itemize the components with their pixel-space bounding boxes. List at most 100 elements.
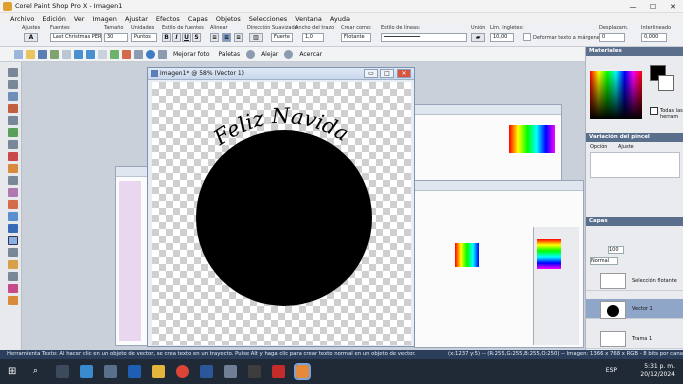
- bold-button[interactable]: B: [162, 33, 171, 42]
- shape-tool-icon[interactable]: [8, 224, 18, 233]
- strike-button[interactable]: S: [192, 33, 201, 42]
- minimize-button[interactable]: —: [623, 0, 643, 13]
- browse-icon[interactable]: [50, 49, 59, 59]
- background-app-window-2[interactable]: [414, 180, 584, 348]
- redo-icon[interactable]: [86, 49, 95, 59]
- all-tools-checkbox[interactable]: [650, 107, 658, 115]
- zoom-out-icon[interactable]: [246, 49, 256, 59]
- image-icon[interactable]: [134, 49, 143, 59]
- retouch-tool-icon[interactable]: [8, 188, 18, 197]
- refresh-icon[interactable]: [110, 49, 119, 59]
- presets-dropdown[interactable]: A: [24, 33, 38, 42]
- chrome-icon[interactable]: [176, 365, 189, 378]
- red-eye-tool-icon[interactable]: [8, 152, 18, 161]
- menu-archivo[interactable]: Archivo: [10, 15, 34, 23]
- opacity-field[interactable]: 100: [608, 246, 624, 254]
- warp-checkbox[interactable]: [523, 33, 531, 41]
- antialias-select[interactable]: Fuerte: [271, 33, 293, 42]
- line-style-select[interactable]: ━━━━━━━━━━━━: [381, 33, 467, 42]
- clone-tool-icon[interactable]: [8, 176, 18, 185]
- pan-tool-icon[interactable]: [8, 68, 18, 77]
- italic-button[interactable]: I: [172, 33, 181, 42]
- object-selector-icon[interactable]: [8, 272, 18, 281]
- menu-ajustar[interactable]: Ajustar: [125, 15, 148, 23]
- stroke-width-field[interactable]: 1,0: [302, 33, 324, 42]
- layer-row[interactable]: Trama 1: [586, 329, 683, 349]
- airbrush-tool-icon[interactable]: [8, 296, 18, 305]
- menu-capas[interactable]: Capas: [188, 15, 208, 23]
- selection-tool-icon[interactable]: [8, 92, 18, 101]
- language-indicator[interactable]: ESP: [606, 367, 617, 374]
- start-icon[interactable]: ⊞: [8, 365, 21, 378]
- units-select[interactable]: Puntos: [131, 33, 157, 42]
- search-icon[interactable]: ⌕: [33, 365, 46, 378]
- task-view-icon[interactable]: [56, 365, 69, 378]
- menu-edicion[interactable]: Edición: [42, 15, 66, 23]
- color-spectrum[interactable]: [590, 71, 642, 119]
- palettes-button[interactable]: Paletas: [219, 51, 241, 58]
- image-minimize-button[interactable]: ▭: [364, 69, 378, 78]
- open-icon[interactable]: [26, 49, 35, 59]
- save-icon[interactable]: [38, 49, 47, 59]
- photos-icon[interactable]: [224, 365, 237, 378]
- blend-mode-select[interactable]: Normal: [590, 257, 618, 265]
- kern-field[interactable]: 0: [599, 33, 625, 42]
- black-circle[interactable]: [196, 130, 372, 306]
- image-maximize-button[interactable]: □: [380, 69, 394, 78]
- clock[interactable]: 5:31 p. m. 20/12/2024: [640, 363, 675, 379]
- miter-field[interactable]: 10,00: [490, 33, 514, 42]
- leading-field[interactable]: 0,000: [641, 33, 667, 42]
- perspective-tool-icon[interactable]: [8, 140, 18, 149]
- image-canvas[interactable]: Feliz Navidad: [152, 82, 411, 345]
- word-icon[interactable]: [200, 365, 213, 378]
- zoom-in-icon[interactable]: [284, 49, 294, 59]
- dropper-tool-icon[interactable]: [8, 104, 18, 113]
- image-window[interactable]: Imagen1* @ 58% (Vector 1) ▭ □ ✕ Feliz Na…: [147, 67, 415, 347]
- pdf-icon[interactable]: [272, 365, 285, 378]
- explorer-icon[interactable]: [152, 365, 165, 378]
- font-select[interactable]: Last Christmas PER: [50, 33, 102, 42]
- picture-tube-icon[interactable]: [8, 284, 18, 293]
- pen-tool-icon[interactable]: [8, 248, 18, 257]
- palette-icon[interactable]: [158, 49, 167, 59]
- warp-tool-icon[interactable]: [8, 260, 18, 269]
- size-select[interactable]: 30: [104, 33, 128, 42]
- menu-ver[interactable]: Ver: [74, 15, 85, 23]
- crop-icon[interactable]: [122, 49, 131, 59]
- text-tool-icon[interactable]: [8, 236, 18, 245]
- direction-dropdown[interactable]: ▥: [249, 33, 263, 42]
- brush-tool-icon[interactable]: [8, 164, 18, 173]
- align-right-icon[interactable]: ≡: [234, 33, 243, 42]
- menu-ventana[interactable]: Ventana: [295, 15, 322, 23]
- print-icon[interactable]: [62, 49, 71, 59]
- file-manager-icon[interactable]: [104, 365, 117, 378]
- paint-shop-pro-icon[interactable]: [294, 363, 311, 380]
- maximize-button[interactable]: ☐: [643, 0, 663, 13]
- move-tool-icon[interactable]: [8, 80, 18, 89]
- copy-icon[interactable]: [98, 49, 107, 59]
- enhance-photo-button[interactable]: Mejorar foto: [173, 51, 210, 58]
- menu-imagen[interactable]: Imagen: [92, 15, 116, 23]
- align-left-icon[interactable]: ≡: [210, 33, 219, 42]
- zoom-out-button[interactable]: Alejar: [261, 51, 278, 58]
- create-as-select[interactable]: Flotante: [341, 33, 371, 42]
- help-icon[interactable]: [146, 49, 155, 59]
- straighten-tool-icon[interactable]: [8, 128, 18, 137]
- undo-icon[interactable]: [74, 49, 83, 59]
- menu-selecciones[interactable]: Selecciones: [249, 15, 287, 23]
- background-swatch[interactable]: [658, 75, 674, 91]
- close-button[interactable]: ✕: [663, 0, 683, 13]
- underline-button[interactable]: U: [182, 33, 191, 42]
- image-close-button[interactable]: ✕: [397, 69, 411, 78]
- edge-icon[interactable]: [80, 365, 93, 378]
- image-app-icon[interactable]: [248, 365, 261, 378]
- fill-tool-icon[interactable]: [8, 212, 18, 221]
- menu-objetos[interactable]: Objetos: [216, 15, 241, 23]
- join-dropdown[interactable]: ▰: [471, 33, 485, 42]
- layer-row-selected[interactable]: Vector 1: [586, 299, 683, 319]
- menu-ayuda[interactable]: Ayuda: [330, 15, 350, 23]
- store-icon[interactable]: [128, 365, 141, 378]
- crop-tool-icon[interactable]: [8, 116, 18, 125]
- menu-efectos[interactable]: Efectos: [156, 15, 180, 23]
- new-icon[interactable]: [14, 49, 23, 59]
